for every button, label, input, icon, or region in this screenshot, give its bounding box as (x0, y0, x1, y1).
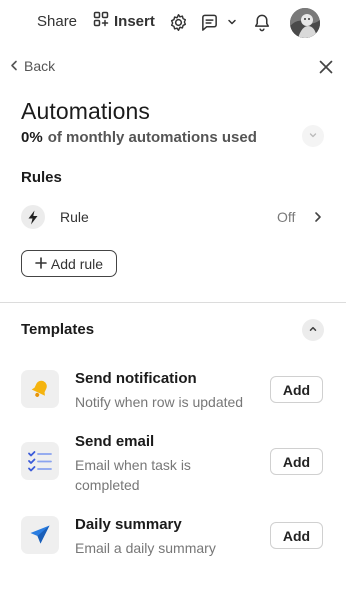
insert-button[interactable]: Insert (93, 11, 155, 31)
add-template-button[interactable]: Add (270, 522, 323, 549)
section-divider (0, 302, 346, 303)
chevron-left-icon (10, 58, 18, 74)
usage-expand-button[interactable] (302, 125, 324, 147)
templates-collapse-button[interactable] (302, 319, 324, 341)
paper-plane-icon (21, 516, 59, 554)
bell-icon (21, 370, 59, 408)
checklist-icon (21, 442, 59, 480)
template-title: Daily summary (75, 516, 182, 533)
template-description: Email when task is completed (75, 457, 191, 493)
template-item-send-notification: Send notification Notify when row is upd… (21, 370, 326, 414)
settings-gear-icon[interactable] (168, 12, 188, 32)
template-description: Email a daily summary (75, 540, 216, 556)
back-label: Back (24, 58, 56, 74)
page-title: Automations (21, 98, 150, 124)
chevron-down-icon (308, 127, 318, 145)
chevron-down-icon[interactable] (225, 12, 239, 32)
rule-status: Off (277, 209, 296, 225)
automation-usage: 0% of monthly automations used (21, 129, 257, 146)
lightning-bolt-icon (21, 205, 45, 229)
rule-label: Rule (60, 209, 89, 225)
add-rule-label: Add rule (50, 255, 104, 272)
chevron-right-icon (313, 210, 325, 224)
template-item-send-email: Send email Email when task is completed … (21, 433, 326, 493)
close-icon[interactable] (317, 58, 335, 76)
back-button[interactable]: Back (10, 58, 55, 74)
template-title: Send notification (75, 370, 197, 387)
bell-notifications-icon[interactable] (252, 12, 272, 32)
add-template-button[interactable]: Add (270, 376, 323, 403)
chevron-up-icon (308, 321, 318, 339)
usage-text: of monthly automations used (47, 129, 257, 146)
rules-section-title: Rules (21, 169, 62, 186)
panel-nav: Back (0, 54, 346, 78)
top-toolbar: Share Insert (0, 0, 346, 44)
comment-icon[interactable] (199, 12, 219, 32)
add-rule-button[interactable]: Add rule (21, 250, 117, 277)
plus-icon (35, 256, 47, 272)
share-button[interactable]: Share (37, 13, 77, 30)
templates-section-title: Templates (21, 321, 95, 338)
grid-plus-icon (93, 11, 109, 31)
usage-percent: 0% (21, 129, 43, 146)
template-description: Notify when row is updated (75, 394, 244, 410)
user-avatar[interactable] (290, 8, 320, 38)
template-title: Send email (75, 433, 155, 450)
template-item-daily-summary: Daily summary Email a daily summary Add (21, 516, 326, 560)
add-template-button[interactable]: Add (270, 448, 323, 475)
insert-label: Insert (114, 12, 155, 30)
rule-row[interactable]: Rule Off (21, 204, 326, 230)
